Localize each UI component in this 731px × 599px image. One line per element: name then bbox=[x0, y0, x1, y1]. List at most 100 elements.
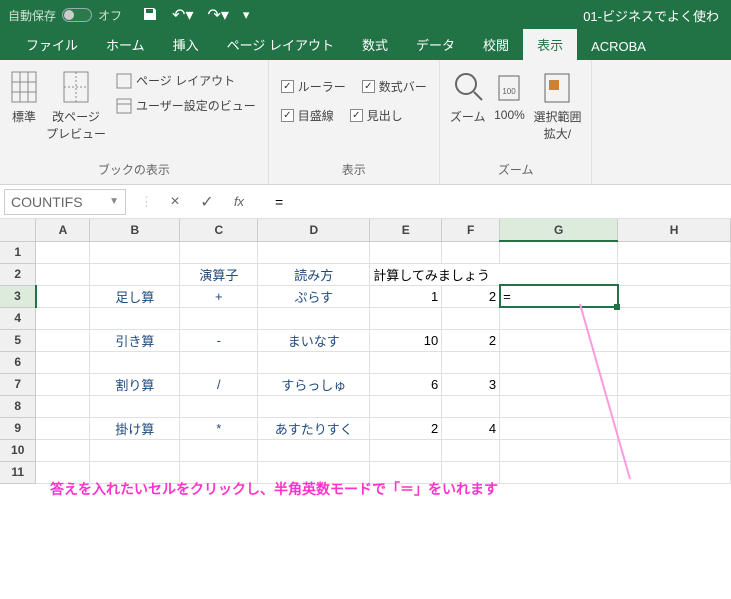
spreadsheet-grid[interactable]: ABCDEFGH12演算子読み方計算してみましょう3足し算+ぷらす12=45引き… bbox=[0, 219, 731, 484]
cell[interactable] bbox=[36, 417, 90, 439]
cell[interactable] bbox=[180, 395, 258, 417]
tab-view[interactable]: 表示 bbox=[523, 29, 577, 60]
row-header[interactable]: 6 bbox=[0, 351, 36, 373]
cell[interactable] bbox=[36, 439, 90, 461]
tab-home[interactable]: ホーム bbox=[92, 29, 159, 60]
column-header[interactable]: G bbox=[500, 219, 618, 241]
cell[interactable]: 引き算 bbox=[90, 329, 180, 351]
cell[interactable]: 読み方 bbox=[258, 263, 370, 285]
column-header[interactable]: C bbox=[180, 219, 258, 241]
cancel-formula-button[interactable]: × bbox=[165, 193, 185, 211]
cell[interactable] bbox=[36, 351, 90, 373]
cell[interactable]: * bbox=[180, 417, 258, 439]
cell[interactable]: あすたりすく bbox=[258, 417, 370, 439]
cell[interactable] bbox=[370, 395, 442, 417]
enter-formula-button[interactable]: ✓ bbox=[197, 192, 217, 212]
cell[interactable] bbox=[90, 241, 180, 263]
cell[interactable]: ぷらす bbox=[258, 285, 370, 307]
column-header[interactable]: A bbox=[36, 219, 90, 241]
cell[interactable] bbox=[36, 307, 90, 329]
cell[interactable]: 演算子 bbox=[180, 263, 258, 285]
cell[interactable] bbox=[500, 439, 618, 461]
cell[interactable]: まいなす bbox=[258, 329, 370, 351]
cell[interactable]: - bbox=[180, 329, 258, 351]
cell[interactable]: 3 bbox=[442, 373, 500, 395]
cell[interactable] bbox=[442, 439, 500, 461]
cell[interactable]: 掛け算 bbox=[90, 417, 180, 439]
cell[interactable] bbox=[618, 329, 731, 351]
cell[interactable]: 2 bbox=[442, 285, 500, 307]
autosave-toggle[interactable]: 自動保存 オフ bbox=[8, 7, 122, 24]
select-all-button[interactable] bbox=[0, 219, 36, 241]
tab-insert[interactable]: 挿入 bbox=[159, 29, 213, 60]
cell[interactable] bbox=[442, 351, 500, 373]
cell[interactable] bbox=[180, 439, 258, 461]
cell[interactable]: 計算してみましょう bbox=[370, 263, 618, 285]
cell[interactable] bbox=[90, 395, 180, 417]
cell[interactable] bbox=[500, 351, 618, 373]
cell[interactable] bbox=[36, 241, 90, 263]
cell[interactable] bbox=[618, 395, 731, 417]
cell[interactable]: 6 bbox=[370, 373, 442, 395]
cell[interactable] bbox=[618, 241, 731, 263]
tab-file[interactable]: ファイル bbox=[12, 29, 92, 60]
cell[interactable] bbox=[258, 395, 370, 417]
cell[interactable] bbox=[500, 329, 618, 351]
cell[interactable]: = bbox=[500, 285, 618, 307]
cell[interactable] bbox=[618, 373, 731, 395]
cell[interactable] bbox=[180, 351, 258, 373]
cell[interactable] bbox=[618, 307, 731, 329]
redo-icon[interactable]: ↷▾ bbox=[207, 5, 228, 25]
chevron-down-icon[interactable]: ▼ bbox=[109, 196, 119, 207]
cell[interactable]: 10 bbox=[370, 329, 442, 351]
normal-view-button[interactable]: 標準 bbox=[10, 70, 38, 125]
tab-formulas[interactable]: 数式 bbox=[348, 29, 402, 60]
cell[interactable]: 足し算 bbox=[90, 285, 180, 307]
row-header[interactable]: 9 bbox=[0, 417, 36, 439]
name-box[interactable]: COUNTIFS ▼ bbox=[4, 189, 126, 215]
cell[interactable] bbox=[258, 351, 370, 373]
save-icon[interactable] bbox=[142, 6, 158, 25]
cell[interactable] bbox=[370, 439, 442, 461]
cell[interactable] bbox=[258, 241, 370, 263]
tab-data[interactable]: データ bbox=[402, 29, 469, 60]
cell[interactable]: + bbox=[180, 285, 258, 307]
cell[interactable]: 2 bbox=[442, 329, 500, 351]
row-header[interactable]: 7 bbox=[0, 373, 36, 395]
cell[interactable] bbox=[618, 285, 731, 307]
cell[interactable] bbox=[90, 307, 180, 329]
cell[interactable] bbox=[500, 395, 618, 417]
cell[interactable] bbox=[370, 241, 442, 263]
insert-function-button[interactable]: fx bbox=[229, 194, 249, 209]
custom-views-button[interactable]: ユーザー設定のビュー bbox=[114, 95, 258, 116]
cell[interactable] bbox=[258, 439, 370, 461]
gridlines-checkbox[interactable]: ✓目盛線 bbox=[279, 105, 336, 126]
cell[interactable]: すらっしゅ bbox=[258, 373, 370, 395]
cell[interactable] bbox=[36, 263, 90, 285]
zoom-button[interactable]: ズーム bbox=[450, 70, 486, 125]
column-header[interactable]: B bbox=[90, 219, 180, 241]
row-header[interactable]: 11 bbox=[0, 461, 36, 483]
row-header[interactable]: 3 bbox=[0, 285, 36, 307]
cell[interactable] bbox=[500, 461, 618, 483]
cell[interactable] bbox=[36, 329, 90, 351]
page-break-preview-button[interactable]: 改ページ プレビュー bbox=[46, 70, 106, 142]
row-header[interactable]: 2 bbox=[0, 263, 36, 285]
formula-bar-checkbox[interactable]: ✓数式バー bbox=[360, 76, 429, 97]
cell[interactable] bbox=[370, 351, 442, 373]
cell[interactable] bbox=[500, 307, 618, 329]
column-header[interactable]: F bbox=[442, 219, 500, 241]
column-header[interactable]: H bbox=[618, 219, 731, 241]
headings-checkbox[interactable]: ✓見出し bbox=[348, 105, 405, 126]
tab-page-layout[interactable]: ページ レイアウト bbox=[213, 29, 348, 60]
cell[interactable] bbox=[500, 373, 618, 395]
ruler-checkbox[interactable]: ✓ルーラー bbox=[279, 76, 348, 97]
cell[interactable] bbox=[258, 307, 370, 329]
cell[interactable] bbox=[90, 439, 180, 461]
tab-acrobat[interactable]: ACROBA bbox=[577, 33, 660, 60]
row-header[interactable]: 1 bbox=[0, 241, 36, 263]
row-header[interactable]: 5 bbox=[0, 329, 36, 351]
cell[interactable] bbox=[90, 351, 180, 373]
row-header[interactable]: 8 bbox=[0, 395, 36, 417]
formula-input[interactable] bbox=[269, 190, 731, 214]
